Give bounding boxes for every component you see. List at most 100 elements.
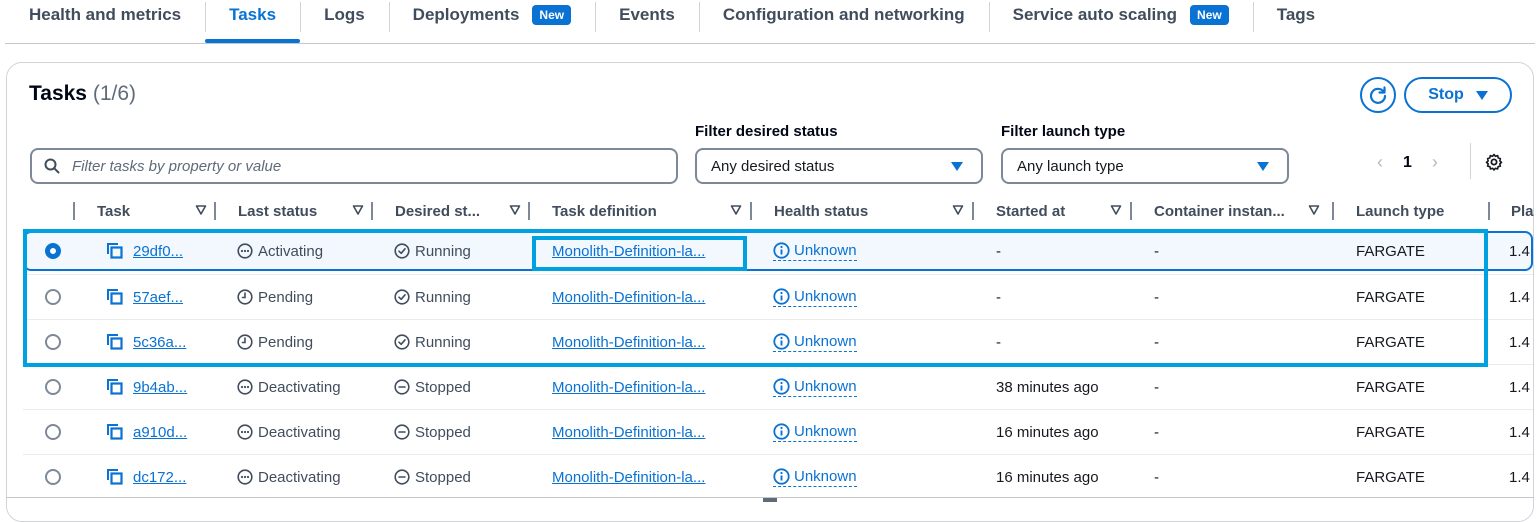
- tasks-table: Task Last status Desired st... Task defi…: [7, 193, 1534, 487]
- previous-page-button[interactable]: ‹: [1377, 152, 1383, 173]
- column-header-task[interactable]: Task: [97, 193, 217, 229]
- started-at-cell: 38 minutes ago: [996, 378, 1099, 396]
- desired-status-cell: Stopped: [394, 410, 471, 454]
- column-header-started-at[interactable]: Started at: [996, 193, 1132, 229]
- row-radio-button[interactable]: [45, 424, 61, 440]
- task-id-link[interactable]: dc172...: [133, 469, 186, 486]
- tab-health-and-metrics[interactable]: Health and metrics: [5, 0, 205, 42]
- pagination: ‹ 1 ›: [1377, 152, 1438, 173]
- tab-service-auto-scaling[interactable]: Service auto scaling New: [988, 0, 1253, 42]
- row-radio-button[interactable]: [45, 379, 61, 395]
- desired-status-text: Stopped: [415, 378, 471, 396]
- health-status-text: Unknown: [794, 287, 857, 305]
- health-status-text: Unknown: [794, 241, 857, 259]
- launch-type-cell: FARGATE: [1356, 423, 1425, 441]
- task-id-link[interactable]: 5c36a...: [133, 334, 186, 351]
- column-separator: [1130, 202, 1132, 220]
- desired-status-text: Running: [415, 333, 471, 351]
- tab-configuration-and-networking[interactable]: Configuration and networking: [698, 0, 989, 42]
- task-definition-link[interactable]: Monolith-Definition-la...: [552, 243, 705, 260]
- health-status-popover[interactable]: Unknown: [773, 242, 857, 261]
- row-radio-button[interactable]: [45, 243, 61, 259]
- copy-icon[interactable]: [106, 333, 124, 351]
- task-id-link[interactable]: 57aef...: [133, 289, 183, 306]
- task-id-cell: a910d...: [106, 410, 187, 454]
- launch-type-select[interactable]: Any launch type: [1001, 148, 1289, 184]
- table-row[interactable]: 57aef... Pending Running Monolith-Definitio…: [23, 274, 1533, 319]
- column-header-task-definition[interactable]: Task definition: [552, 193, 752, 229]
- info-icon: [773, 287, 790, 305]
- task-definition-link[interactable]: Monolith-Definition-la...: [552, 334, 705, 351]
- row-radio-button[interactable]: [45, 469, 61, 485]
- tab-events[interactable]: Events: [595, 0, 699, 42]
- table-row[interactable]: 9b4ab... Deactivating Stopped Monolith-Defi…: [23, 364, 1533, 409]
- column-header-health-status[interactable]: Health status: [774, 193, 974, 229]
- preferences-button[interactable]: [1485, 153, 1503, 176]
- tab-label: Events: [619, 5, 675, 24]
- search-input[interactable]: [70, 156, 630, 176]
- tab-tasks[interactable]: Tasks: [205, 0, 301, 43]
- task-id-link[interactable]: 9b4ab...: [133, 379, 187, 396]
- tab-deployments[interactable]: Deployments New: [388, 0, 595, 42]
- refresh-button[interactable]: [1360, 77, 1396, 113]
- page-number[interactable]: 1: [1403, 154, 1412, 172]
- task-id-link[interactable]: 29df0...: [133, 243, 183, 260]
- column-header-container-instance[interactable]: Container instan...: [1154, 193, 1330, 229]
- desired-status-value: Any desired status: [711, 157, 835, 175]
- search-icon: [44, 158, 60, 174]
- health-status-cell: Unknown: [773, 365, 857, 409]
- health-status-popover[interactable]: Unknown: [773, 378, 857, 397]
- health-status-popover[interactable]: Unknown: [773, 288, 857, 307]
- sort-icon: [1110, 205, 1122, 215]
- copy-icon[interactable]: [106, 423, 124, 441]
- status-in-progress-icon: [237, 469, 253, 485]
- task-definition-link[interactable]: Monolith-Definition-la...: [552, 469, 705, 486]
- last-status-cell: Deactivating: [237, 410, 341, 454]
- health-status-cell: Unknown: [773, 233, 857, 269]
- next-page-button[interactable]: ›: [1432, 152, 1438, 173]
- tab-tags[interactable]: Tags: [1252, 0, 1339, 42]
- platform-version-cell: 1.4: [1509, 423, 1530, 441]
- platform-version-cell: 1.4: [1509, 333, 1530, 351]
- last-status-cell: Deactivating: [237, 365, 341, 409]
- health-status-popover[interactable]: Unknown: [773, 333, 857, 352]
- column-label: Desired st...: [395, 202, 481, 220]
- health-status-popover[interactable]: Unknown: [773, 468, 857, 487]
- copy-icon[interactable]: [106, 468, 124, 486]
- column-header-last-status[interactable]: Last status: [238, 193, 374, 229]
- column-header-platform-version[interactable]: Pla: [1511, 193, 1540, 229]
- tab-logs[interactable]: Logs: [300, 0, 389, 42]
- task-definition-link[interactable]: Monolith-Definition-la...: [552, 289, 705, 306]
- stop-button[interactable]: Stop: [1404, 77, 1512, 113]
- copy-icon[interactable]: [106, 242, 124, 260]
- table-row[interactable]: a910d... Deactivating Stopped Monolith-Defi…: [23, 409, 1533, 454]
- row-radio-button[interactable]: [45, 289, 61, 305]
- tab-label: Service auto scaling: [1012, 5, 1178, 24]
- sort-icon: [352, 205, 364, 215]
- task-id-link[interactable]: a910d...: [133, 424, 187, 441]
- health-status-cell: Unknown: [773, 455, 857, 499]
- status-success-icon: [394, 243, 410, 259]
- column-header-desired-status[interactable]: Desired st...: [395, 193, 531, 229]
- platform-version-cell: 1.4: [1509, 378, 1530, 396]
- search-field[interactable]: [30, 148, 678, 184]
- health-status-popover[interactable]: Unknown: [773, 423, 857, 442]
- table-row[interactable]: dc172... Deactivating Stopped Monolith-Defi…: [23, 454, 1533, 499]
- last-status-text: Activating: [258, 242, 324, 260]
- copy-icon[interactable]: [106, 378, 124, 396]
- last-status-cell: Activating: [237, 233, 323, 269]
- task-definition-link[interactable]: Monolith-Definition-la...: [552, 424, 705, 441]
- task-definition-link[interactable]: Monolith-Definition-la...: [552, 379, 705, 396]
- desired-status-select[interactable]: Any desired status: [695, 148, 983, 184]
- table-row[interactable]: 5c36a... Pending Running Monolith-Definitio…: [23, 319, 1533, 364]
- resize-handle[interactable]: [763, 498, 777, 502]
- task-id-cell: 57aef...: [106, 275, 183, 319]
- table-row[interactable]: 29df0... Activating Running Monolith-Defini…: [23, 231, 1533, 271]
- copy-icon[interactable]: [106, 288, 124, 306]
- column-header-launch-type[interactable]: Launch type: [1356, 193, 1476, 229]
- tab-label: Configuration and networking: [722, 5, 965, 24]
- task-definition-cell: Monolith-Definition-la...: [552, 275, 705, 319]
- status-in-progress-icon: [237, 424, 253, 440]
- column-label: Pla: [1511, 202, 1534, 220]
- row-radio-button[interactable]: [45, 334, 61, 350]
